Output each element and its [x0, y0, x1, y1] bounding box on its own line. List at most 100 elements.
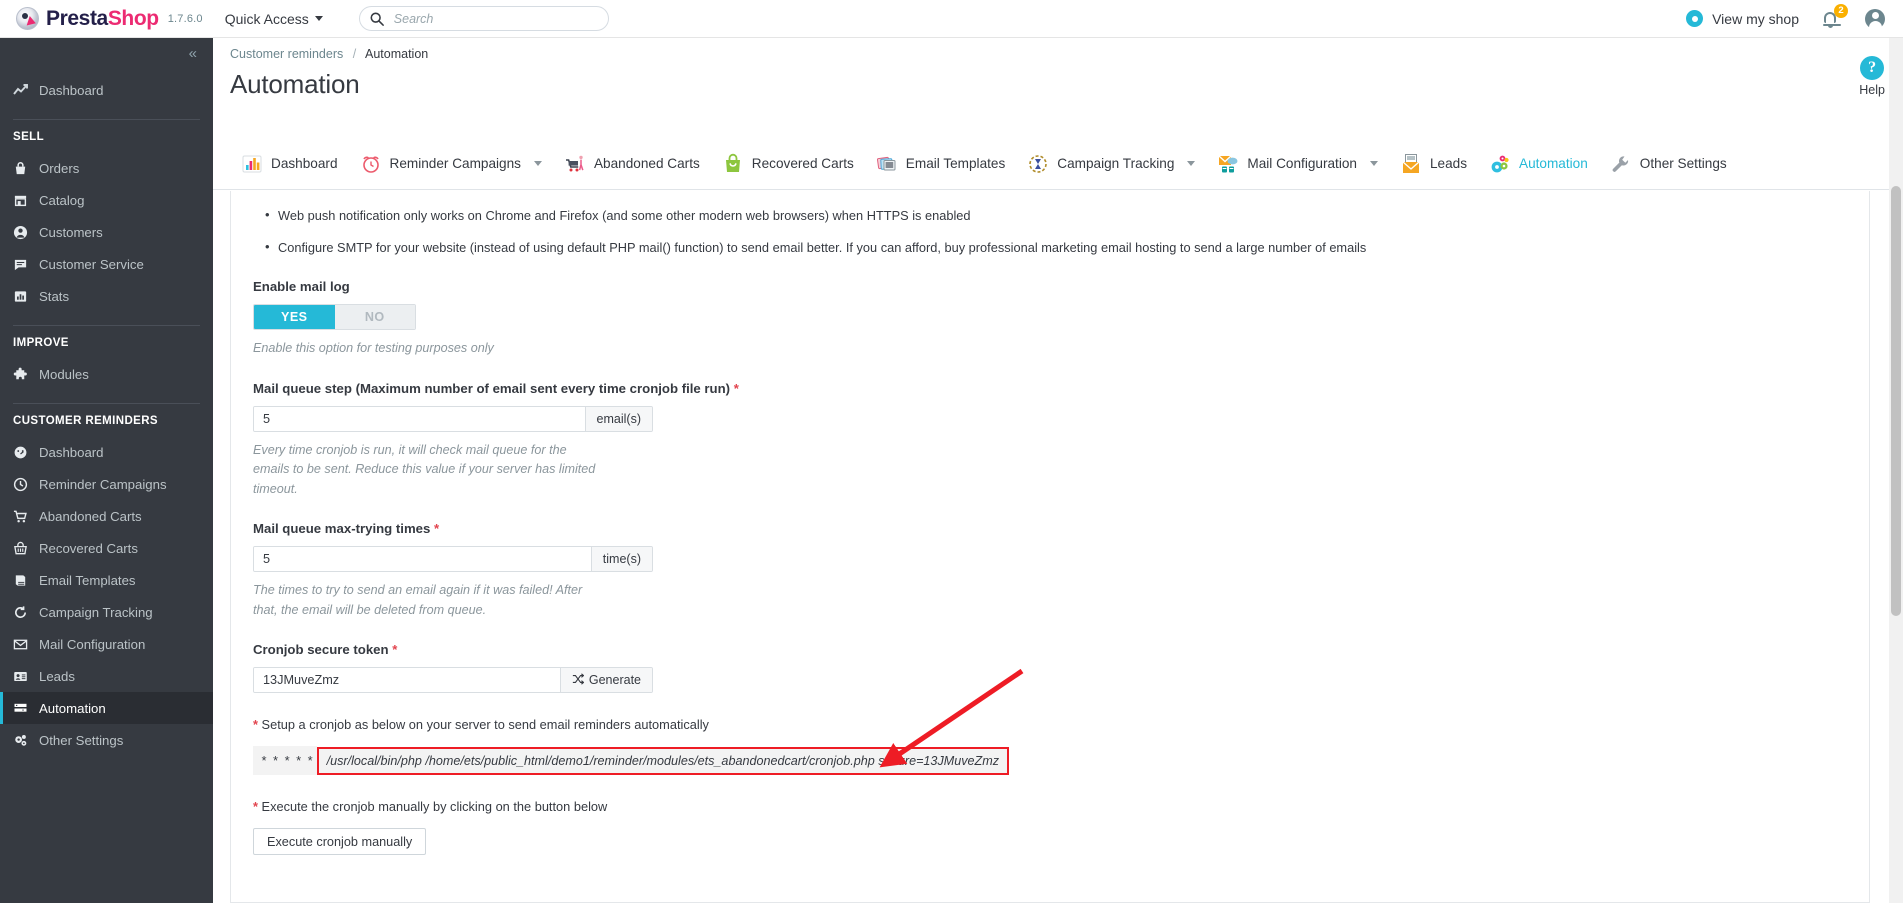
sidebar-item-dashboard[interactable]: Dashboard [0, 74, 213, 106]
sidebar-item-label: Orders [39, 160, 80, 176]
execute-cronjob-button[interactable]: Execute cronjob manually [253, 828, 427, 856]
envelope-icon [13, 637, 39, 652]
tab-label: Dashboard [271, 156, 338, 171]
prestashop-logo[interactable]: PrestaShop 1.7.6.0 [16, 7, 203, 31]
required-asterisk: * [253, 717, 258, 733]
list-item: Configure SMTP for your website (instead… [263, 238, 1847, 258]
required-asterisk: * [434, 521, 440, 537]
tab-recovered-carts[interactable]: Recovered Carts [711, 138, 865, 190]
sidebar-item-abandoned-carts[interactable]: Abandoned Carts [0, 500, 213, 532]
sidebar-item-label: Dashboard [39, 82, 104, 98]
mail-queue-max-trying-hint: The times to try to send an email again … [253, 583, 583, 617]
prestashop-mascot-icon [16, 7, 39, 30]
list-item: Web push notification only works on Chro… [263, 206, 1847, 226]
bar-chart-color-icon [241, 153, 263, 175]
sidebar-item-automation[interactable]: Automation [0, 692, 213, 724]
main-content: Customer reminders / Automation Automati… [213, 38, 1903, 903]
sidebar-item-label: Other Settings [39, 732, 124, 748]
tab-label: Recovered Carts [751, 156, 854, 171]
sidebar-item-campaign-tracking[interactable]: Campaign Tracking [0, 596, 213, 628]
sidebar-item-customers[interactable]: Customers [0, 216, 213, 248]
cart-icon [13, 509, 39, 524]
sidebar-item-label: Reminder Campaigns [39, 476, 167, 492]
view-my-shop-button[interactable]: View my shop [1686, 10, 1799, 27]
sidebar-item-catalog[interactable]: Catalog [0, 184, 213, 216]
cronjob-command-highlighted[interactable]: /usr/local/bin/php /home/ets/public_html… [316, 746, 1010, 775]
quick-access-menu[interactable]: Quick Access [225, 11, 323, 27]
cronjob-secure-token-label: Cronjob secure token * [253, 642, 1847, 657]
cronjob-secure-token-input[interactable] [254, 668, 560, 693]
mail-queue-max-trying-input[interactable] [254, 547, 591, 572]
page-title: Automation [230, 69, 360, 99]
sidebar-item-label: Automation [39, 700, 106, 716]
tab-automation[interactable]: Automation [1478, 138, 1599, 190]
sidebar-item-reminder-campaigns[interactable]: Reminder Campaigns [0, 468, 213, 500]
sidebar-item-cr-dashboard[interactable]: Dashboard [0, 436, 213, 468]
mail-queue-max-trying-unit: time(s) [590, 547, 652, 572]
generate-token-button[interactable]: Generate [559, 668, 652, 693]
tab-other-settings[interactable]: Other Settings [1599, 138, 1738, 190]
tab-leads[interactable]: Leads [1389, 138, 1478, 190]
sidebar-item-orders[interactable]: Orders [0, 152, 213, 184]
notifications-button[interactable]: 2 [1821, 3, 1848, 30]
tab-mail-configuration[interactable]: Mail Configuration [1206, 138, 1389, 190]
avatar[interactable] [1865, 8, 1885, 30]
chevron-down-icon [533, 161, 542, 166]
sidebar-collapse-button[interactable]: « [0, 38, 213, 68]
sidebar-item-label: Leads [39, 668, 75, 684]
toggle-no-option[interactable]: NO [334, 305, 415, 330]
automation-settings-panel: Web push notification only works on Chro… [230, 191, 1870, 903]
eye-icon [1686, 10, 1704, 27]
sidebar-item-label: Abandoned Carts [39, 508, 142, 524]
sidebar-heading-customer-reminders: CUSTOMER REMINDERS [13, 415, 158, 427]
page-scrollbar-thumb[interactable] [1891, 186, 1901, 616]
sidebar-item-leads[interactable]: Leads [0, 660, 213, 692]
sidebar-item-label: Campaign Tracking [39, 604, 153, 620]
tab-abandoned-carts[interactable]: Abandoned Carts [553, 138, 711, 190]
cronjob-setup-note: * Setup a cronjob as below on your serve… [253, 717, 1847, 732]
sidebar-item-label: Email Templates [39, 572, 136, 588]
mail-queue-step-input[interactable] [254, 406, 585, 431]
tab-dashboard[interactable]: Dashboard [230, 138, 349, 190]
basket-icon [13, 541, 39, 556]
enable-mail-log-field: Enable mail log YES NO Enable this optio… [253, 279, 1847, 359]
tab-reminder-campaigns[interactable]: Reminder Campaigns [349, 138, 553, 190]
page-scrollbar[interactable] [1889, 38, 1903, 903]
sidebar-item-mail-configuration[interactable]: Mail Configuration [0, 628, 213, 660]
tab-label: Automation [1519, 156, 1588, 171]
sidebar-item-recovered-carts[interactable]: Recovered Carts [0, 532, 213, 564]
puzzle-icon [13, 367, 39, 382]
tab-label: Other Settings [1639, 156, 1727, 171]
sidebar-item-label: Stats [39, 288, 70, 304]
enable-mail-log-toggle[interactable]: YES NO [253, 304, 416, 331]
sidebar-item-email-templates[interactable]: Email Templates [0, 564, 213, 596]
mail-queue-step-label: Mail queue step (Maximum number of email… [253, 381, 1847, 396]
sidebar-item-other-settings[interactable]: Other Settings [0, 724, 213, 756]
alarm-clock-icon [360, 153, 382, 175]
tab-email-templates[interactable]: Email Templates [865, 138, 1016, 190]
sidebar-item-customer-service[interactable]: Customer Service [0, 248, 213, 280]
info-bullet-list: Web push notification only works on Chro… [263, 206, 1847, 258]
sidebar-item-label: Customer Service [39, 256, 144, 272]
breadcrumb-parent[interactable]: Customer reminders [230, 47, 343, 61]
sidebar-item-label: Dashboard [39, 444, 104, 460]
toggle-yes-option[interactable]: YES [254, 305, 335, 330]
tab-campaign-tracking[interactable]: Campaign Tracking [1016, 138, 1206, 190]
search-input[interactable] [393, 11, 594, 26]
mail-queue-step-input-group[interactable]: email(s) [253, 405, 653, 432]
sidebar: « Dashboard SELL Orders Catalog Customer… [0, 38, 213, 903]
question-mark-icon: ? [1860, 56, 1885, 80]
mail-queue-max-trying-label: Mail queue max-trying times * [253, 521, 1847, 536]
cronjob-secure-token-input-group[interactable]: Generate [253, 667, 653, 694]
search-box[interactable] [358, 6, 609, 31]
sidebar-item-stats[interactable]: Stats [0, 280, 213, 312]
sliders-icon [13, 701, 39, 716]
chevron-down-icon [1369, 161, 1378, 166]
required-asterisk: * [733, 380, 739, 396]
mail-queue-max-trying-input-group[interactable]: time(s) [253, 546, 653, 573]
help-button[interactable]: ? Help [1859, 56, 1885, 97]
sidebar-item-modules[interactable]: Modules [0, 358, 213, 390]
store-icon [13, 193, 39, 208]
leads-icon [1400, 153, 1422, 175]
execute-cronjob-note-text: Execute the cronjob manually by clicking… [261, 799, 608, 815]
